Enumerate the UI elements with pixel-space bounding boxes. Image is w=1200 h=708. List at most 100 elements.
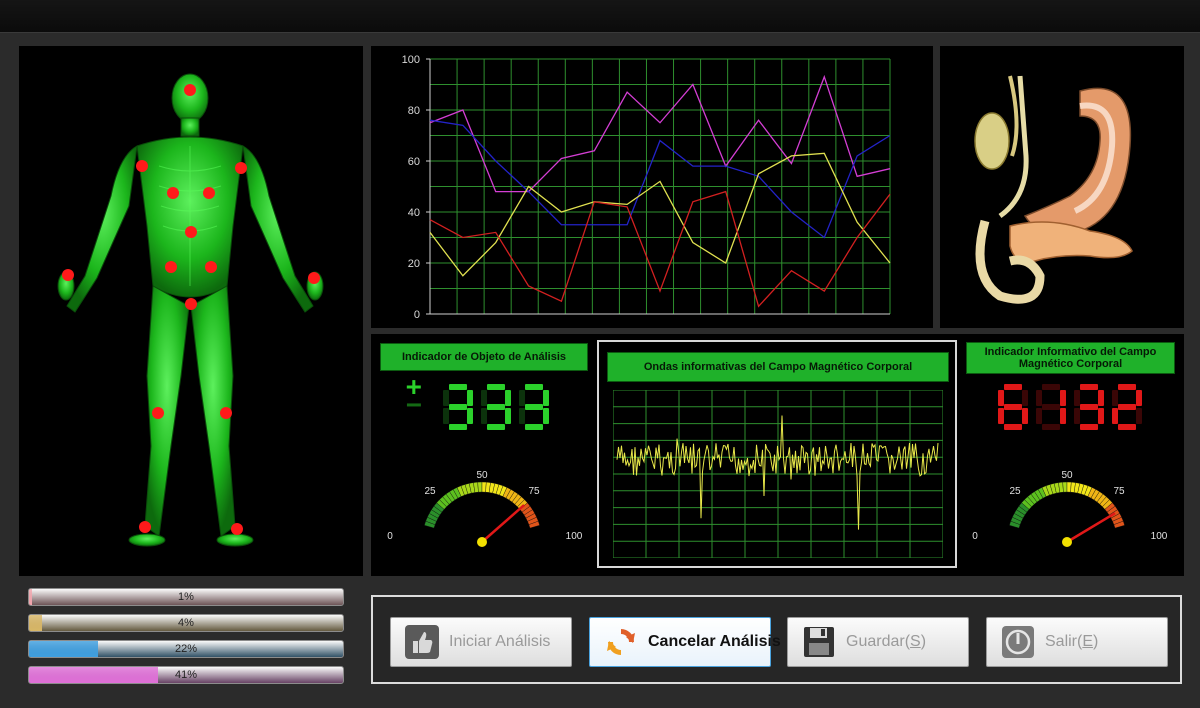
gauge-label: 50 [476,470,488,481]
digit-segment [443,408,449,424]
digit-segment [1080,384,1098,390]
digit-segment [1098,390,1104,406]
exit-label-close: ) [1093,633,1099,650]
digit-segment [519,390,525,406]
digit-segment [1042,424,1060,430]
progress-bar-2: 4% [28,614,344,632]
digit-segment [481,408,487,424]
digit-segment [481,390,487,406]
digit-segment [1112,408,1118,424]
progress-label-2: 4% [178,617,194,629]
digit-segment [1022,408,1028,424]
digit-segment [449,384,467,390]
digit-segment [525,384,543,390]
seven-segment-display [443,384,549,430]
line-chart-panel: 0 20 40 60 80 100 [371,46,933,328]
sign-indicator: + − [406,374,422,420]
digit-segment [1004,404,1022,410]
digit-segment [487,384,505,390]
digit-segment [1074,408,1080,424]
body-model-panel [19,46,363,576]
digit-segment [1060,390,1066,406]
save-label: Guardar(S) [846,633,926,651]
digit-segment [487,404,505,410]
series-line-3 [429,152,891,277]
human-body-figure [57,73,324,547]
digit-segment [505,408,511,424]
floppy-disk-icon [804,627,834,657]
save-label-text: Guardar( [846,633,911,650]
digit-segment [1042,384,1060,390]
cancel-analysis-button[interactable]: Cancelar Análisis [589,617,781,667]
minus-sign: − [406,390,422,420]
progress-label-4: 41% [174,669,198,681]
gauge-label: 100 [566,531,582,542]
waveform-plot [613,390,943,558]
digit-segment [1074,390,1080,406]
cancel-analysis-label: Cancelar Análisis [648,633,781,650]
gauge-label: 25 [1009,486,1021,497]
progress-bar-4: 41% [28,666,344,684]
waveform-frame: Ondas informativas del Campo Magnético C… [597,340,957,568]
thumbs-up-icon [405,625,439,659]
y-tick-label: 80 [408,105,420,117]
series-line-1 [429,74,891,193]
digit-segment [1118,384,1136,390]
digit-segment [449,424,467,430]
gauge-label: 25 [424,486,436,497]
refresh-icon [607,629,635,655]
digit-segment [543,390,549,406]
analysis-object-digits [441,382,555,437]
y-tick-label: 40 [408,207,420,219]
digit-segment [998,390,1004,406]
digit-segment [525,404,543,410]
exit-shortcut-key: E [1082,633,1094,650]
gauge-needle [481,504,525,543]
digit-segment [1118,424,1136,430]
gauge-label: 0 [387,531,393,542]
exit-button[interactable]: Salir(E) [986,617,1168,667]
organ-image-panel [940,46,1184,328]
gauge-label: 75 [1113,486,1125,497]
gauge-label: 50 [1061,470,1073,481]
digit-segment [1136,408,1142,424]
digit-segment [505,390,511,406]
progress-bar-3: 22% [28,640,344,658]
progress-label-1: 1% [178,591,194,603]
digit-segment [1004,384,1022,390]
analysis-object-title: Indicador de Objeto de Análisis [380,343,588,371]
start-analysis-button[interactable]: Iniciar Análisis [390,617,572,667]
save-button[interactable]: Guardar(S) [787,617,969,667]
digit-segment [1080,424,1098,430]
gauge-label: 100 [1151,531,1167,542]
digit-segment [1118,404,1136,410]
digit-segment [1080,404,1098,410]
digit-segment [1136,390,1142,406]
digit-segment [543,408,549,424]
digit-segment [1098,408,1104,424]
start-analysis-label: Iniciar Análisis [449,633,551,650]
gauge-arc-segment [477,481,483,493]
window-title-bar [0,0,1200,33]
y-tick-label: 100 [402,54,420,66]
field-indicator-gauge: 0 25 50 75 100 [972,470,1167,547]
gauge-arc-segment [1062,481,1068,493]
y-tick-label: 20 [408,258,420,270]
gauge-label: 75 [528,486,540,497]
digit-segment [1004,424,1022,430]
digit-segment [1060,408,1066,424]
digit-segment [1036,408,1042,424]
y-tick-label: 0 [414,309,420,321]
indicators-panel: Indicador de Objeto de Análisis + − 0 25 5… [371,334,1184,576]
digit-segment [1112,390,1118,406]
waveform-title: Ondas informativas del Campo Magnético C… [607,352,949,382]
exit-label-text: Salir( [1045,633,1083,650]
gauge-label: 0 [972,531,978,542]
progress-label-3: 22% [174,643,198,655]
gauge-pivot [1062,537,1072,547]
series-line-4 [429,190,891,308]
digit-segment [449,404,467,410]
series-line-2 [429,119,891,239]
analysis-object-gauge: 0 25 50 75 100 [387,470,582,547]
digit-segment [1036,390,1042,406]
